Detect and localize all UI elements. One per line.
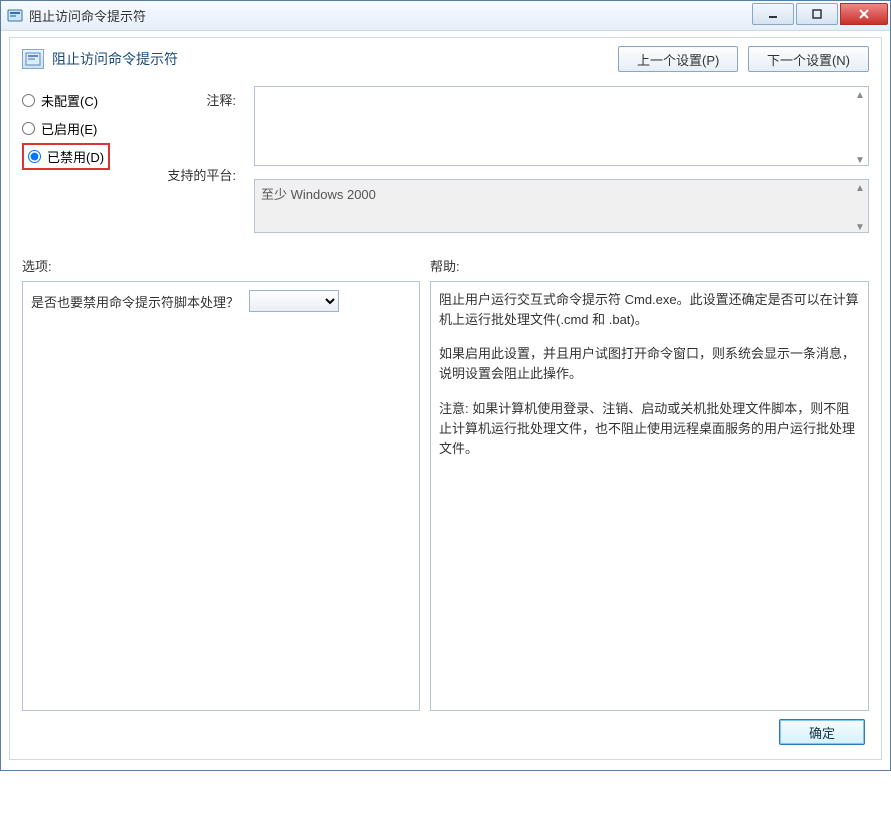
option-disable-script-label: 是否也要禁用命令提示符脚本处理？: [31, 292, 239, 311]
ok-button[interactable]: 确定: [779, 719, 865, 745]
radio-disabled-label: 已禁用(D): [47, 147, 104, 166]
previous-setting-button[interactable]: 上一个设置(P): [618, 46, 738, 72]
header-row: 阻止访问命令提示符 上一个设置(P) 下一个设置(N): [22, 46, 869, 72]
supported-platform-textarea: [254, 179, 869, 233]
radio-enabled-label: 已启用(E): [41, 119, 97, 138]
field-labels-col: 注释: 支持的平台:: [150, 86, 236, 236]
content-panel: 阻止访问命令提示符 上一个设置(P) 下一个设置(N) 未配置(C) 已启用(E…: [9, 37, 882, 760]
platform-label: 支持的平台:: [167, 165, 236, 184]
next-setting-button[interactable]: 下一个设置(N): [748, 46, 869, 72]
dialog-window: 阻止访问命令提示符: [0, 0, 891, 771]
radio-not-configured-label: 未配置(C): [41, 91, 98, 110]
comment-wrap: ▲ ▼: [254, 86, 869, 169]
help-paragraph: 阻止用户运行交互式命令提示符 Cmd.exe。此设置还确定是否可以在计算机上运行…: [439, 290, 860, 330]
app-icon: [7, 8, 23, 24]
options-panel: 是否也要禁用命令提示符脚本处理？: [22, 281, 420, 711]
radio-disabled[interactable]: 已禁用(D): [22, 142, 132, 170]
help-section-label: 帮助:: [430, 256, 460, 275]
dialog-footer: 确定: [22, 711, 869, 747]
help-paragraph: 注意: 如果计算机使用登录、注销、启动或关机批处理文件脚本，则不阻止计算机运行批…: [439, 399, 860, 459]
option-disable-script-row: 是否也要禁用命令提示符脚本处理？: [31, 290, 411, 312]
policy-title: 阻止访问命令提示符: [52, 49, 178, 69]
option-disable-script-select[interactable]: [249, 290, 339, 312]
client-area: 阻止访问命令提示符 上一个设置(P) 下一个设置(N) 未配置(C) 已启用(E…: [1, 31, 890, 770]
policy-icon: [22, 49, 44, 69]
highlight-annotation: 已禁用(D): [22, 143, 110, 170]
window-controls: [752, 1, 890, 30]
comment-textarea[interactable]: [254, 86, 869, 166]
platform-wrap: ▲ ▼: [254, 179, 869, 236]
close-button[interactable]: [840, 3, 888, 25]
window-title: 阻止访问命令提示符: [29, 6, 146, 25]
radio-disabled-input[interactable]: [28, 147, 41, 166]
comment-label: 注释:: [206, 90, 236, 109]
header-left: 阻止访问命令提示符: [22, 49, 178, 69]
section-row: 是否也要禁用命令提示符脚本处理？ 阻止用户运行交互式命令提示符 Cmd.exe。…: [22, 281, 869, 711]
radio-enabled[interactable]: 已启用(E): [22, 114, 132, 142]
config-area: 未配置(C) 已启用(E) 已禁用(D) 注释: 支: [22, 86, 869, 236]
fields-col: ▲ ▼ ▲ ▼: [254, 86, 869, 236]
help-panel: 阻止用户运行交互式命令提示符 Cmd.exe。此设置还确定是否可以在计算机上运行…: [430, 281, 869, 711]
section-labels: 选项: 帮助:: [22, 256, 869, 275]
radio-enabled-input[interactable]: [22, 122, 35, 135]
maximize-button[interactable]: [796, 3, 838, 25]
titlebar[interactable]: 阻止访问命令提示符: [1, 1, 890, 31]
nav-buttons: 上一个设置(P) 下一个设置(N): [612, 46, 869, 72]
radio-not-configured[interactable]: 未配置(C): [22, 86, 132, 114]
options-section-label: 选项:: [22, 256, 420, 275]
state-radio-group: 未配置(C) 已启用(E) 已禁用(D): [22, 86, 132, 236]
minimize-button[interactable]: [752, 3, 794, 25]
radio-not-configured-input[interactable]: [22, 94, 35, 107]
help-paragraph: 如果启用此设置，并且用户试图打开命令窗口，则系统会显示一条消息，说明设置会阻止此…: [439, 344, 860, 384]
titlebar-left: 阻止访问命令提示符: [1, 6, 146, 25]
